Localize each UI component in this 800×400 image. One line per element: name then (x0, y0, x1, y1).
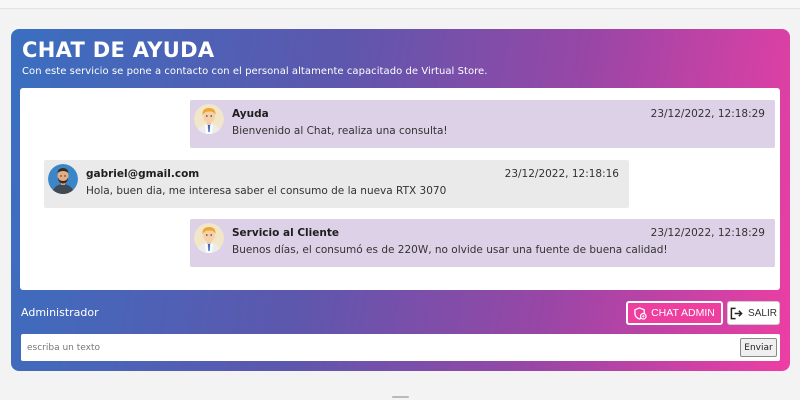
support-agent-avatar-icon (194, 223, 224, 253)
chat-messages-area[interactable]: Ayuda 23/12/2022, 12:18:29 Bienvenido al… (20, 88, 780, 290)
message-text: Hola, buen dia, me interesa saber el con… (86, 185, 447, 197)
chat-message: gabriel@gmail.com 23/12/2022, 12:18:16 H… (44, 160, 629, 208)
message-sender: gabriel@gmail.com (86, 168, 200, 180)
message-text: Buenos días, el consumó es de 220W, no o… (232, 244, 668, 256)
top-bar (0, 0, 800, 9)
message-sender: Ayuda (232, 108, 269, 120)
chat-message: Ayuda 23/12/2022, 12:18:29 Bienvenido al… (190, 100, 775, 148)
support-agent-avatar-icon (194, 104, 224, 134)
message-composer: Enviar (21, 334, 780, 361)
message-timestamp: 23/12/2022, 12:18:29 (650, 108, 765, 120)
shield-chat-icon (634, 306, 647, 320)
resize-handle[interactable] (392, 396, 409, 398)
chat-admin-button[interactable]: CHAT ADMIN (626, 301, 723, 325)
message-timestamp: 23/12/2022, 12:18:29 (650, 227, 765, 239)
page-title: CHAT DE AYUDA (22, 38, 215, 62)
logout-button[interactable]: SALIR (727, 301, 780, 325)
user-role-label: Administrador (21, 306, 99, 319)
page-subtitle: Con este servicio se pone a contacto con… (22, 66, 488, 77)
message-timestamp: 23/12/2022, 12:18:16 (504, 168, 619, 180)
logout-icon (730, 307, 743, 320)
message-text: Bienvenido al Chat, realiza una consulta… (232, 125, 448, 137)
message-sender: Servicio al Cliente (232, 227, 339, 239)
chat-message: Servicio al Cliente 23/12/2022, 12:18:29… (190, 219, 775, 267)
message-input[interactable] (21, 334, 739, 361)
chat-panel: CHAT DE AYUDA Con este servicio se pone … (11, 29, 790, 371)
user-avatar-icon (48, 164, 78, 194)
send-button[interactable]: Enviar (740, 338, 777, 357)
logout-label: SALIR (748, 307, 777, 319)
chat-admin-label: CHAT ADMIN (651, 307, 715, 319)
